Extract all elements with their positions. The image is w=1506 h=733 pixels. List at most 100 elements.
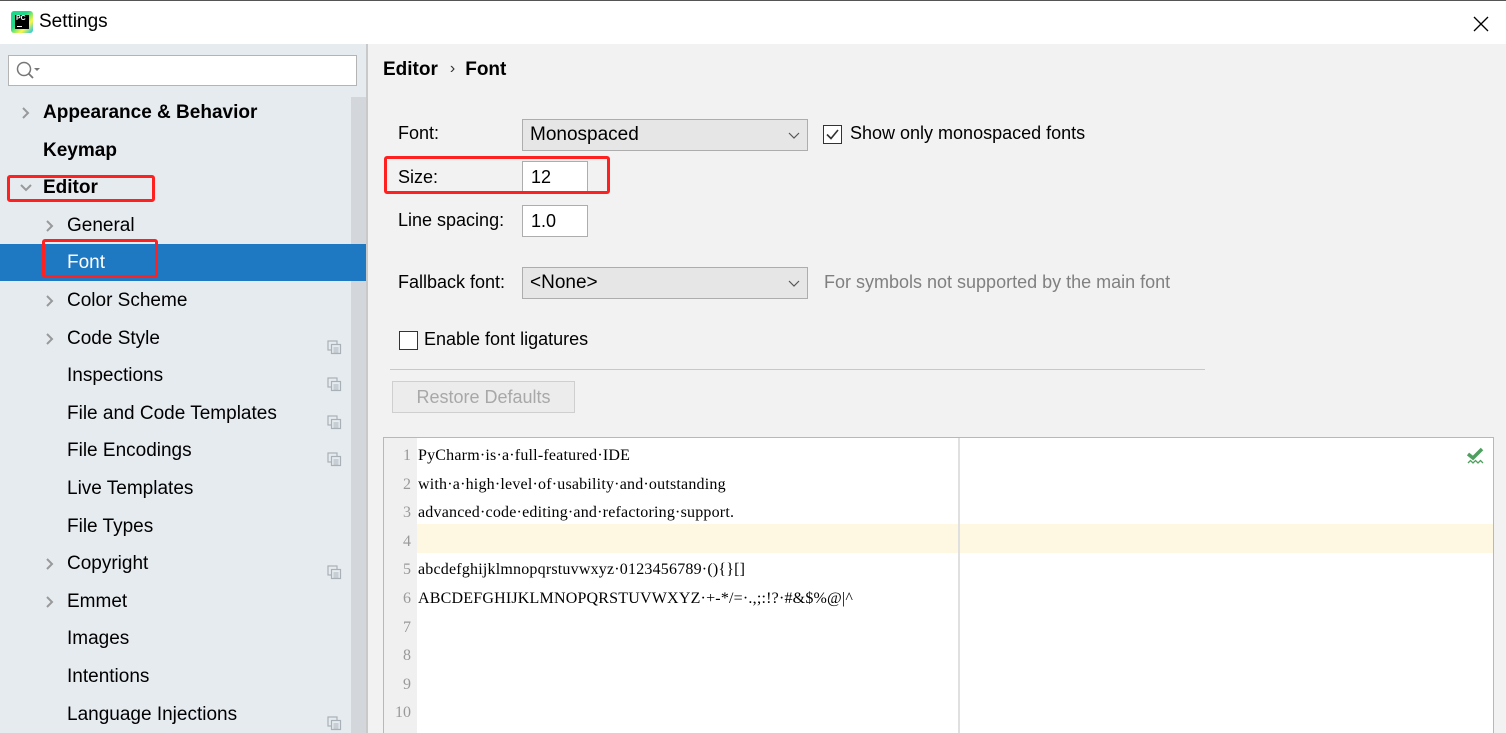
sidebar-item-label: File Encodings xyxy=(67,440,192,462)
sidebar-item-label: Editor xyxy=(43,177,98,199)
font-preview-editor[interactable]: 1 PyCharm·is·a·full-featured·IDE 2 with·a·h… xyxy=(383,437,1494,733)
sidebar-item-label: Intentions xyxy=(67,666,150,687)
search-field[interactable] xyxy=(8,55,357,86)
code-text: advanced·code·editing·and·refactoring·su… xyxy=(418,504,735,522)
sidebar-item-label: Keymap xyxy=(43,139,117,161)
line-number: 5 xyxy=(403,561,411,579)
code-line: 3 advanced·code·editing·and·refactoring·s… xyxy=(384,499,1493,527)
restore-defaults-button[interactable]: Restore Defaults xyxy=(392,381,575,413)
fallback-font-label: Fallback font: xyxy=(398,272,506,292)
sidebar-item-color-scheme[interactable]: Color Scheme xyxy=(0,282,351,319)
sidebar-item-file-and-code-templates[interactable]: File and Code Templates xyxy=(0,395,351,432)
sidebar-item-file-encodings[interactable]: File Encodings xyxy=(0,432,351,469)
chevron-right-icon[interactable] xyxy=(43,207,57,244)
line-number: 1 xyxy=(403,447,411,464)
enable-ligatures-label[interactable]: Enable font ligatures xyxy=(424,329,588,350)
sidebar-item-editor[interactable]: Editor xyxy=(0,169,351,206)
line-number: 4 xyxy=(403,532,411,550)
title-bar: PC Settings xyxy=(0,0,1506,44)
project-scope-icon xyxy=(327,368,342,392)
app-icon-text: PC xyxy=(16,15,26,22)
search-icon xyxy=(16,61,40,79)
show-monospaced-label[interactable]: Show only monospaced fonts xyxy=(850,123,1085,144)
sidebar-item-label: Images xyxy=(67,628,130,650)
font-dropdown[interactable]: Monospaced xyxy=(522,119,808,151)
checkmark-icon xyxy=(826,129,839,140)
sidebar-item-file-types[interactable]: File Types xyxy=(0,508,351,545)
project-scope-icon xyxy=(327,331,342,354)
show-monospaced-checkbox[interactable] xyxy=(823,125,842,144)
sidebar-item-label: Copyright xyxy=(67,553,149,575)
code-line: 9 xyxy=(384,671,1493,699)
fallback-font-value: <None> xyxy=(530,272,598,293)
separator xyxy=(390,369,1205,370)
search-input[interactable] xyxy=(49,59,349,83)
chevron-right-icon[interactable] xyxy=(43,545,57,582)
line-number: 7 xyxy=(403,618,411,636)
sidebar-item-appearance-behavior[interactable]: Appearance & Behavior xyxy=(0,94,351,131)
chevron-right-icon[interactable] xyxy=(19,94,33,131)
sidebar-item-label: Inspections xyxy=(67,365,164,387)
code-text: ABCDEFGHIJKLMNOPQRSTUVWXYZ·+-*/=·.,;:!?·… xyxy=(418,590,854,607)
code-line: 6 ABCDEFGHIJKLMNOPQRSTUVWXYZ·+-*/=·.,;:!?… xyxy=(384,585,1493,613)
sidebar-item-keymap[interactable]: Keymap xyxy=(0,132,351,169)
sidebar-item-label: Appearance & Behavior xyxy=(43,102,258,123)
font-settings-panel: Editor › Font Font: Monospaced Show only m… xyxy=(368,44,1506,733)
line-number: 6 xyxy=(403,590,411,607)
sidebar-item-label: File and Code Templates xyxy=(67,402,277,424)
sidebar-item-label: Color Scheme xyxy=(67,290,188,311)
inspection-ok-icon[interactable] xyxy=(1465,446,1485,466)
project-scope-icon xyxy=(327,406,342,429)
code-line: 8 xyxy=(384,642,1493,670)
code-line: 7 xyxy=(384,614,1493,642)
sidebar-item-intentions[interactable]: Intentions xyxy=(0,658,351,695)
sidebar-item-inspections[interactable]: Inspections xyxy=(0,357,351,394)
sidebar-item-label: File Types xyxy=(67,515,154,537)
sidebar-item-live-templates[interactable]: Live Templates xyxy=(0,470,351,507)
window-title: Settings xyxy=(39,11,108,32)
chevron-down-icon xyxy=(788,280,800,287)
code-text: abcdefghijklmnopqrstuvwxyz·0123456789·()… xyxy=(418,561,746,579)
close-button[interactable] xyxy=(1466,9,1496,39)
size-input[interactable] xyxy=(522,161,588,193)
chevron-right-icon[interactable] xyxy=(43,282,57,319)
chevron-down-icon[interactable] xyxy=(19,169,33,206)
sidebar-item-code-style[interactable]: Code Style xyxy=(0,320,351,357)
line-number: 10 xyxy=(395,704,411,722)
fallback-font-hint: For symbols not supported by the main fo… xyxy=(824,272,1171,292)
code-text: PyCharm·is·a·full-featured·IDE xyxy=(418,447,631,464)
fallback-font-dropdown[interactable]: <None> xyxy=(522,267,808,299)
enable-ligatures-checkbox[interactable] xyxy=(399,331,418,350)
project-scope-icon xyxy=(327,556,342,580)
breadcrumb-separator-icon: › xyxy=(449,60,456,77)
sidebar-item-images[interactable]: Images xyxy=(0,620,351,657)
font-label: Font: xyxy=(398,123,440,143)
sidebar-item-copyright[interactable]: Copyright xyxy=(0,545,351,582)
sidebar-item-label: Language Injections xyxy=(67,703,238,725)
settings-sidebar: Appearance & Behavior Keymap Editor General… xyxy=(0,44,366,733)
line-spacing-label: Line spacing: xyxy=(398,210,505,230)
chevron-right-icon[interactable] xyxy=(43,320,57,357)
project-scope-icon xyxy=(327,707,342,730)
code-line: 1 PyCharm·is·a·full-featured·IDE xyxy=(384,442,1493,470)
breadcrumb: Editor › Font xyxy=(383,59,506,81)
code-line: 10 xyxy=(384,699,1493,727)
close-icon xyxy=(1473,16,1489,32)
sidebar-item-label: Font xyxy=(67,252,106,274)
sidebar-item-language-injections[interactable]: Language Injections xyxy=(0,696,351,733)
breadcrumb-parent: Editor xyxy=(383,59,438,80)
sidebar-item-general[interactable]: General xyxy=(0,207,351,244)
sidebar-item-emmet[interactable]: Emmet xyxy=(0,583,351,620)
project-scope-icon xyxy=(327,443,342,467)
line-spacing-input[interactable] xyxy=(522,205,588,237)
code-line: 2 with·a·high·level·of·usability·and·outs… xyxy=(384,471,1493,499)
sidebar-scrollbar[interactable] xyxy=(351,97,366,733)
line-number: 2 xyxy=(403,475,411,493)
line-number: 3 xyxy=(403,504,411,522)
sidebar-item-font[interactable]: Font xyxy=(0,244,366,282)
sidebar-item-label: Emmet xyxy=(67,590,128,612)
size-label: Size: xyxy=(398,167,439,187)
pycharm-icon: PC xyxy=(11,11,33,33)
chevron-right-icon[interactable] xyxy=(43,583,57,620)
line-number: 9 xyxy=(403,675,411,693)
